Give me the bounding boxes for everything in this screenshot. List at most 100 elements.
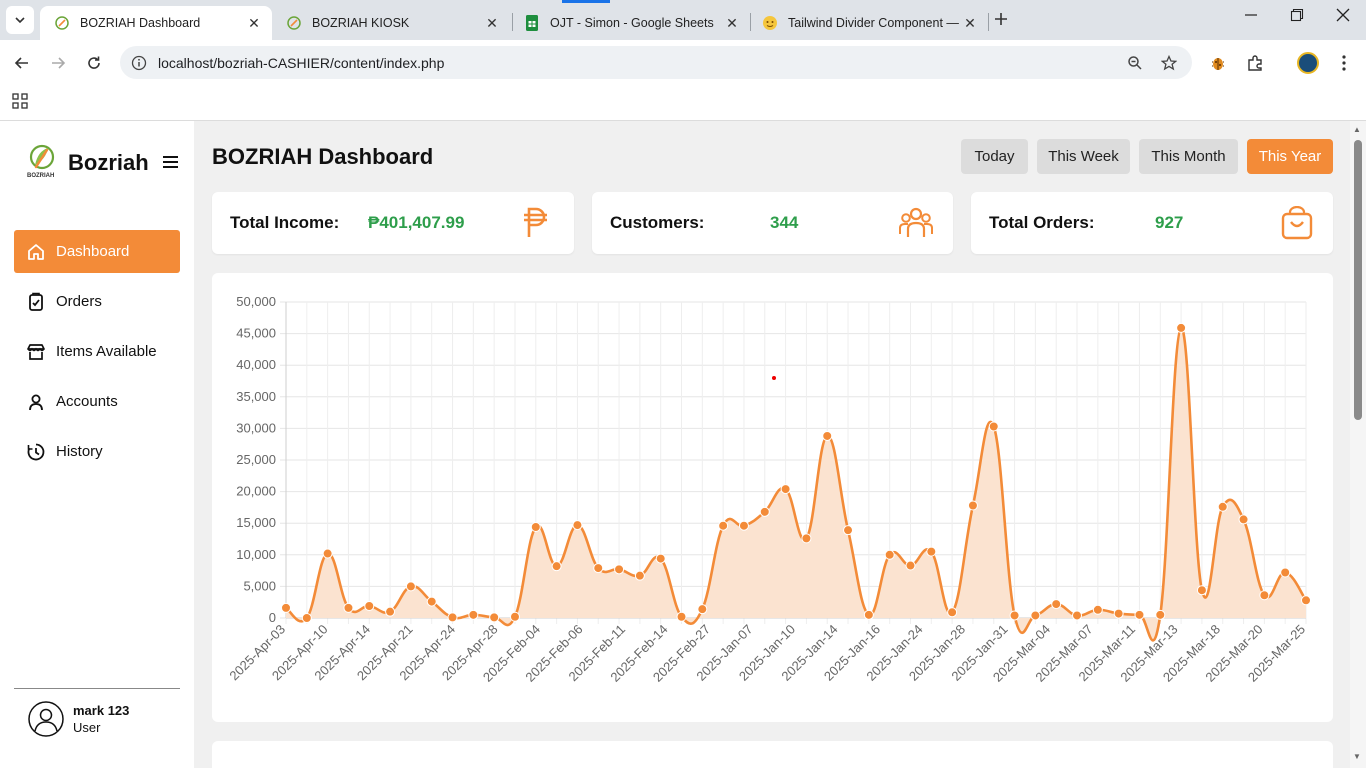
brand[interactable]: BOZRIAH Bozriah [26,143,149,183]
user-profile[interactable]: mark 123 User [28,701,129,737]
data-point [676,611,687,622]
sidebar-item-label: Accounts [56,393,118,410]
reload-button[interactable] [81,50,107,76]
close-tab-icon[interactable]: ✕ [482,15,502,32]
sidebar-item-label: Orders [56,293,102,310]
scroll-down-arrow-icon[interactable]: ▼ [1353,752,1361,761]
profile-avatar-image [1297,52,1319,74]
profile-avatar[interactable] [1297,52,1319,74]
page-title: BOZRIAH Dashboard [212,144,434,169]
total-orders-value: 927 [1155,213,1184,232]
arrow-left-icon [14,57,28,69]
y-tick-label: 30,000 [236,420,276,435]
range-this-month-button[interactable]: This Month [1139,139,1238,174]
total-orders-card: Total Orders: 927 [971,192,1333,254]
sidebar-item-items-available[interactable]: Items Available [14,330,180,373]
peso-icon [522,206,550,245]
forward-button[interactable] [45,50,71,76]
data-point [530,521,541,532]
y-tick-label: 50,000 [236,294,276,309]
browser-tab-strip: BOZRIAH Dashboard ✕ BOZRIAH KIOSK ✕ OJT … [0,0,1366,40]
scroll-thumb[interactable] [1354,140,1362,420]
home-icon [26,242,46,262]
data-point [281,602,291,613]
sidebar-item-label: Items Available [56,343,157,360]
restore-icon [1290,8,1304,22]
data-point [822,430,833,441]
secondary-card [212,741,1333,768]
main-content: BOZRIAH Dashboard Today This Week This M… [194,121,1350,768]
browser-tab-kiosk[interactable]: BOZRIAH KIOSK ✕ [272,6,510,40]
card-label: Total Orders: [989,213,1095,232]
card-label: Total Income: [230,213,340,232]
sidebar-menu: Dashboard Orders Items Available Account… [14,230,180,480]
new-tab-button[interactable] [994,9,1008,32]
extensions-puzzle-icon[interactable] [1244,52,1266,74]
extension-bug-icon[interactable] [1207,52,1229,74]
bookmark-star-icon[interactable] [1158,54,1180,71]
sidebar-item-dashboard[interactable]: Dashboard [14,230,180,273]
range-today-button[interactable]: Today [961,139,1028,174]
data-point [322,548,333,559]
data-point [947,607,958,618]
google-sheets-icon [524,15,540,31]
browser-tab-sheets[interactable]: OJT - Simon - Google Sheets ✕ [510,6,750,40]
data-point [884,549,895,560]
data-point [780,484,791,495]
arrow-right-icon [52,57,66,69]
close-tab-icon[interactable]: ✕ [244,15,264,32]
address-bar[interactable]: localhost/bozriah-CASHIER/content/index.… [120,46,1192,79]
data-point [863,609,874,620]
range-this-week-button[interactable]: This Week [1037,139,1130,174]
plus-icon [995,13,1007,25]
range-this-year-button[interactable]: This Year [1247,139,1333,174]
data-point [905,560,916,571]
url-text[interactable]: localhost/bozriah-CASHIER/content/index.… [158,55,1124,71]
bozriah-favicon-icon [286,15,302,31]
apps-grid-icon[interactable] [12,93,28,114]
shopping-bag-icon [1281,205,1313,245]
data-point [614,564,625,575]
sidebar-item-accounts[interactable]: Accounts [14,380,180,423]
tab-separator [988,13,989,31]
data-point [1301,595,1311,606]
series-area-fill [286,327,1306,641]
scroll-up-arrow-icon[interactable]: ▲ [1353,125,1361,134]
data-point [1113,608,1124,619]
zoom-icon[interactable] [1124,55,1146,71]
back-button[interactable] [9,50,35,76]
site-info-icon[interactable] [130,54,148,72]
sidebar: BOZRIAH Bozriah Dashboard Orders Items A… [0,121,194,768]
sidebar-item-label: Dashboard [56,243,130,260]
sidebar-item-orders[interactable]: Orders [14,280,180,323]
data-point [447,612,458,623]
data-point [593,563,604,574]
sidebar-item-history[interactable]: History [14,430,180,473]
user-name: mark 123 [73,703,130,718]
brand-name: Bozriah [68,150,149,175]
reload-icon [88,56,100,69]
tab-title: BOZRIAH Dashboard [80,16,201,30]
sidebar-divider [14,688,180,689]
restore-button[interactable] [1290,8,1304,27]
minimize-button[interactable] [1244,8,1258,27]
close-tab-icon[interactable]: ✕ [960,15,980,32]
browser-tab-dashboard[interactable]: BOZRIAH Dashboard ✕ [40,6,272,40]
data-point [468,609,479,620]
page-scrollbar[interactable]: ▲ ▼ [1350,121,1366,768]
hamburger-menu-icon[interactable] [163,155,178,174]
close-tab-icon[interactable]: ✕ [722,15,742,32]
cursor-dot [772,376,776,380]
data-point [572,520,583,531]
history-icon [26,442,46,462]
close-window-button[interactable] [1336,8,1350,27]
tab-search-button[interactable] [6,6,34,34]
data-point [1280,567,1291,578]
browser-tab-tailwind[interactable]: Tailwind Divider Component — ✕ [748,6,988,40]
data-point [1196,585,1207,596]
browser-menu-icon[interactable] [1333,52,1355,74]
y-tick-label: 15,000 [236,515,276,530]
emoji-favicon-icon [762,15,778,31]
store-icon [26,342,46,362]
data-point [801,533,812,544]
